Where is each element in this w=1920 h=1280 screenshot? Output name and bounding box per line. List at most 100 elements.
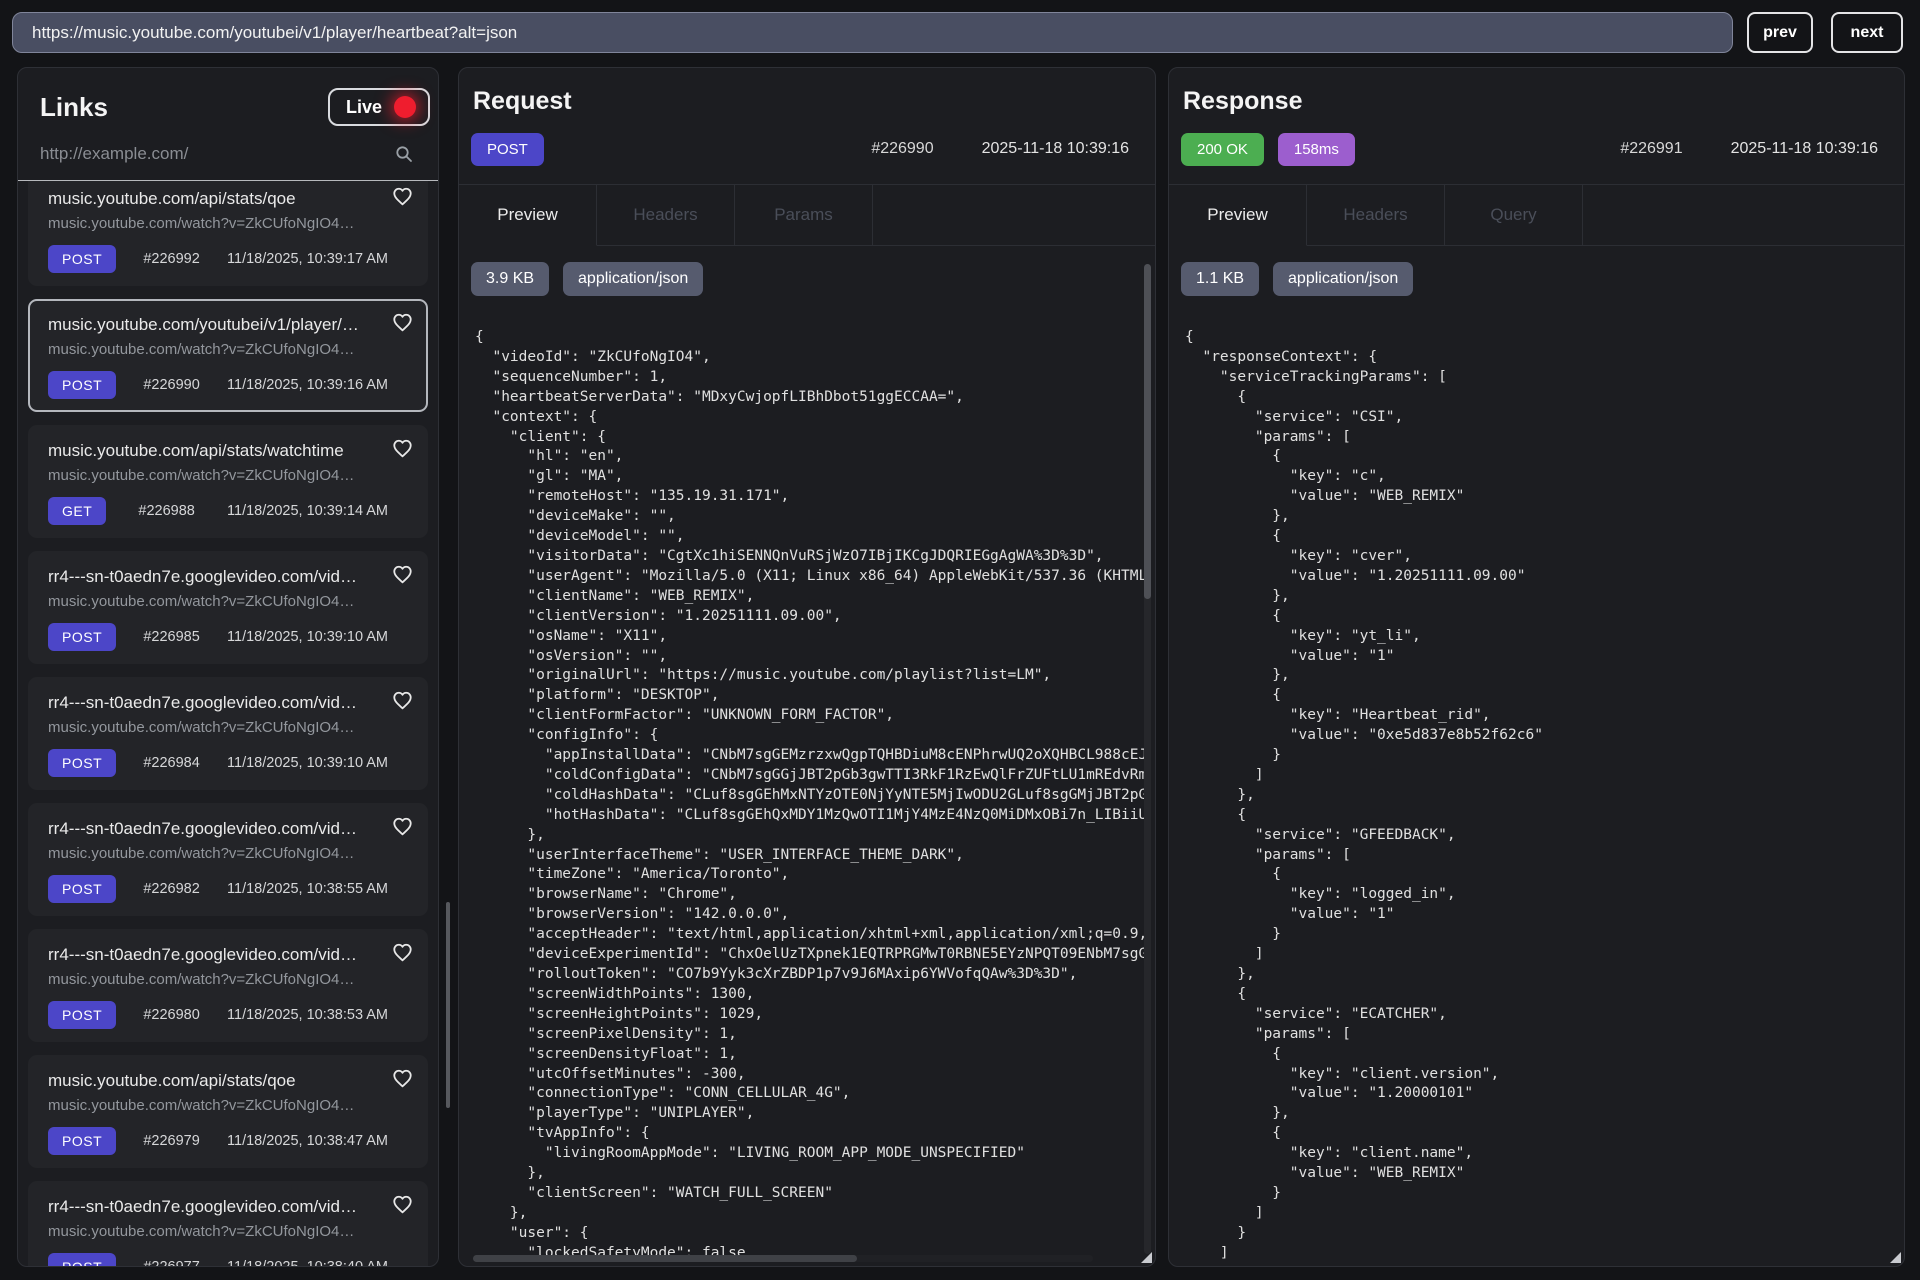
link-item-title: music.youtube.com/api/stats/watchtime bbox=[48, 441, 378, 461]
link-item-subtitle: music.youtube.com/watch?v=ZkCUfoNgIO4… bbox=[48, 593, 378, 610]
link-item-id: #226984 bbox=[143, 755, 199, 771]
method-badge: POST bbox=[48, 1253, 116, 1267]
link-item-title: music.youtube.com/api/stats/qoe bbox=[48, 189, 378, 209]
links-title: Links bbox=[40, 92, 108, 123]
link-item-meta: GET #226988 11/18/2025, 10:39:14 AM bbox=[48, 497, 410, 525]
link-item-id: #226979 bbox=[143, 1133, 199, 1149]
request-content-type-badge: application/json bbox=[563, 262, 703, 296]
link-item-subtitle: music.youtube.com/watch?v=ZkCUfoNgIO4… bbox=[48, 971, 378, 988]
link-item-timestamp: 11/18/2025, 10:39:10 AM bbox=[227, 755, 388, 771]
favorite-heart-icon[interactable] bbox=[392, 817, 413, 841]
links-header: Links Live bbox=[18, 68, 438, 126]
response-duration-badge: 158ms bbox=[1278, 133, 1355, 166]
link-item-id: #226980 bbox=[143, 1007, 199, 1023]
link-list-item[interactable]: rr4---sn-t0aedn7e.googlevideo.com/vid… m… bbox=[28, 803, 428, 916]
method-badge: POST bbox=[48, 1127, 116, 1155]
response-tab-headers[interactable]: Headers bbox=[1307, 185, 1445, 246]
link-list-item[interactable]: rr4---sn-t0aedn7e.googlevideo.com/vid… m… bbox=[28, 1181, 428, 1267]
link-item-id: #226992 bbox=[143, 251, 199, 267]
link-item-id: #226977 bbox=[143, 1259, 199, 1267]
link-item-meta: POST #226985 11/18/2025, 10:39:10 AM bbox=[48, 623, 410, 651]
link-item-timestamp: 11/18/2025, 10:39:17 AM bbox=[227, 251, 388, 267]
link-item-title: music.youtube.com/api/stats/qoe bbox=[48, 1071, 378, 1091]
link-item-timestamp: 11/18/2025, 10:39:14 AM bbox=[227, 503, 388, 519]
request-tabs: Preview Headers Params bbox=[459, 184, 1155, 246]
link-list-item[interactable]: music.youtube.com/api/stats/watchtime mu… bbox=[28, 425, 428, 538]
request-horizontal-scrollbar[interactable] bbox=[473, 1255, 1093, 1262]
response-header-row: 200 OK 158ms #226991 2025-11-18 10:39:16 bbox=[1169, 130, 1904, 168]
request-tab-params[interactable]: Params bbox=[735, 185, 873, 246]
links-scrollbar-thumb[interactable] bbox=[446, 902, 450, 1108]
link-item-subtitle: music.youtube.com/watch?v=ZkCUfoNgIO4… bbox=[48, 467, 378, 484]
response-panel: Response 200 OK 158ms #226991 2025-11-18… bbox=[1168, 67, 1905, 1267]
link-item-subtitle: music.youtube.com/watch?v=ZkCUfoNgIO4… bbox=[48, 845, 378, 862]
favorite-heart-icon[interactable] bbox=[392, 943, 413, 967]
response-size-badge: 1.1 KB bbox=[1181, 262, 1259, 296]
links-list: music.youtube.com/api/stats/qoe music.yo… bbox=[18, 181, 438, 1267]
link-item-timestamp: 11/18/2025, 10:39:16 AM bbox=[227, 377, 388, 393]
response-meta-chips: 1.1 KB application/json bbox=[1181, 262, 1904, 296]
response-json-body: { "responseContext": { "serviceTrackingP… bbox=[1185, 328, 1896, 1267]
link-item-timestamp: 11/18/2025, 10:38:55 AM bbox=[227, 881, 388, 897]
link-list-item[interactable]: rr4---sn-t0aedn7e.googlevideo.com/vid… m… bbox=[28, 929, 428, 1042]
link-list-item[interactable]: rr4---sn-t0aedn7e.googlevideo.com/vid… m… bbox=[28, 677, 428, 790]
favorite-heart-icon[interactable] bbox=[392, 439, 413, 463]
request-tab-preview[interactable]: Preview bbox=[459, 185, 597, 246]
next-button[interactable]: next bbox=[1831, 12, 1903, 53]
request-title: Request bbox=[459, 68, 1155, 116]
response-tabs-filler bbox=[1583, 185, 1904, 246]
link-item-subtitle: music.youtube.com/watch?v=ZkCUfoNgIO4… bbox=[48, 1097, 378, 1114]
favorite-heart-icon[interactable] bbox=[392, 187, 413, 211]
request-panel: Request POST #226990 2025-11-18 10:39:16… bbox=[458, 67, 1156, 1267]
url-input[interactable] bbox=[12, 12, 1733, 53]
response-resize-handle[interactable] bbox=[1890, 1252, 1901, 1263]
request-horizontal-scrollbar-thumb[interactable] bbox=[473, 1255, 857, 1262]
links-search-input[interactable] bbox=[40, 144, 394, 164]
method-badge: POST bbox=[48, 623, 116, 651]
link-list-item[interactable]: music.youtube.com/youtubei/v1/player/… m… bbox=[28, 299, 428, 412]
response-status-badge: 200 OK bbox=[1181, 133, 1264, 166]
request-meta-chips: 3.9 KB application/json bbox=[471, 262, 1155, 296]
response-tab-preview[interactable]: Preview bbox=[1169, 185, 1307, 246]
request-vertical-scrollbar[interactable] bbox=[1144, 264, 1151, 1254]
request-header-row: POST #226990 2025-11-18 10:39:16 bbox=[459, 130, 1155, 168]
link-item-id: #226985 bbox=[143, 629, 199, 645]
method-badge: POST bbox=[48, 371, 116, 399]
response-id: #226991 bbox=[1620, 140, 1682, 158]
request-tab-headers[interactable]: Headers bbox=[597, 185, 735, 246]
link-item-meta: POST #226982 11/18/2025, 10:38:55 AM bbox=[48, 875, 410, 903]
method-badge: POST bbox=[48, 1001, 116, 1029]
response-tabs: Preview Headers Query bbox=[1169, 184, 1904, 246]
request-resize-handle[interactable] bbox=[1141, 1252, 1152, 1263]
live-indicator-dot bbox=[394, 96, 416, 118]
request-vertical-scrollbar-thumb[interactable] bbox=[1144, 264, 1151, 599]
request-json-body: { "videoId": "ZkCUfoNgIO4", "sequenceNum… bbox=[475, 328, 1147, 1267]
live-label: Live bbox=[346, 97, 382, 118]
favorite-heart-icon[interactable] bbox=[392, 565, 413, 589]
favorite-heart-icon[interactable] bbox=[392, 1195, 413, 1219]
link-list-item[interactable]: music.youtube.com/api/stats/qoe music.yo… bbox=[28, 181, 428, 286]
live-toggle-button[interactable]: Live bbox=[328, 88, 430, 126]
links-panel: Links Live music.youtube.com/api/stats/q… bbox=[17, 67, 439, 1267]
link-item-title: rr4---sn-t0aedn7e.googlevideo.com/vid… bbox=[48, 945, 378, 965]
link-list-item[interactable]: music.youtube.com/api/stats/qoe music.yo… bbox=[28, 1055, 428, 1168]
request-method-badge: POST bbox=[471, 133, 544, 166]
link-item-id: #226988 bbox=[138, 503, 194, 519]
link-item-title: rr4---sn-t0aedn7e.googlevideo.com/vid… bbox=[48, 819, 378, 839]
favorite-heart-icon[interactable] bbox=[392, 1069, 413, 1093]
link-item-meta: POST #226990 11/18/2025, 10:39:16 AM bbox=[48, 371, 410, 399]
link-item-id: #226982 bbox=[143, 881, 199, 897]
link-item-timestamp: 11/18/2025, 10:38:53 AM bbox=[227, 1007, 388, 1023]
response-title: Response bbox=[1169, 68, 1904, 116]
link-list-item[interactable]: rr4---sn-t0aedn7e.googlevideo.com/vid… m… bbox=[28, 551, 428, 664]
link-item-title: music.youtube.com/youtubei/v1/player/… bbox=[48, 315, 378, 335]
link-item-title: rr4---sn-t0aedn7e.googlevideo.com/vid… bbox=[48, 567, 378, 587]
response-tab-query[interactable]: Query bbox=[1445, 185, 1583, 246]
favorite-heart-icon[interactable] bbox=[392, 313, 413, 337]
favorite-heart-icon[interactable] bbox=[392, 691, 413, 715]
link-item-subtitle: music.youtube.com/watch?v=ZkCUfoNgIO4… bbox=[48, 341, 378, 358]
link-item-subtitle: music.youtube.com/watch?v=ZkCUfoNgIO4… bbox=[48, 215, 378, 232]
prev-button[interactable]: prev bbox=[1747, 12, 1813, 53]
link-item-subtitle: music.youtube.com/watch?v=ZkCUfoNgIO4… bbox=[48, 719, 378, 736]
link-item-subtitle: music.youtube.com/watch?v=ZkCUfoNgIO4… bbox=[48, 1223, 378, 1240]
